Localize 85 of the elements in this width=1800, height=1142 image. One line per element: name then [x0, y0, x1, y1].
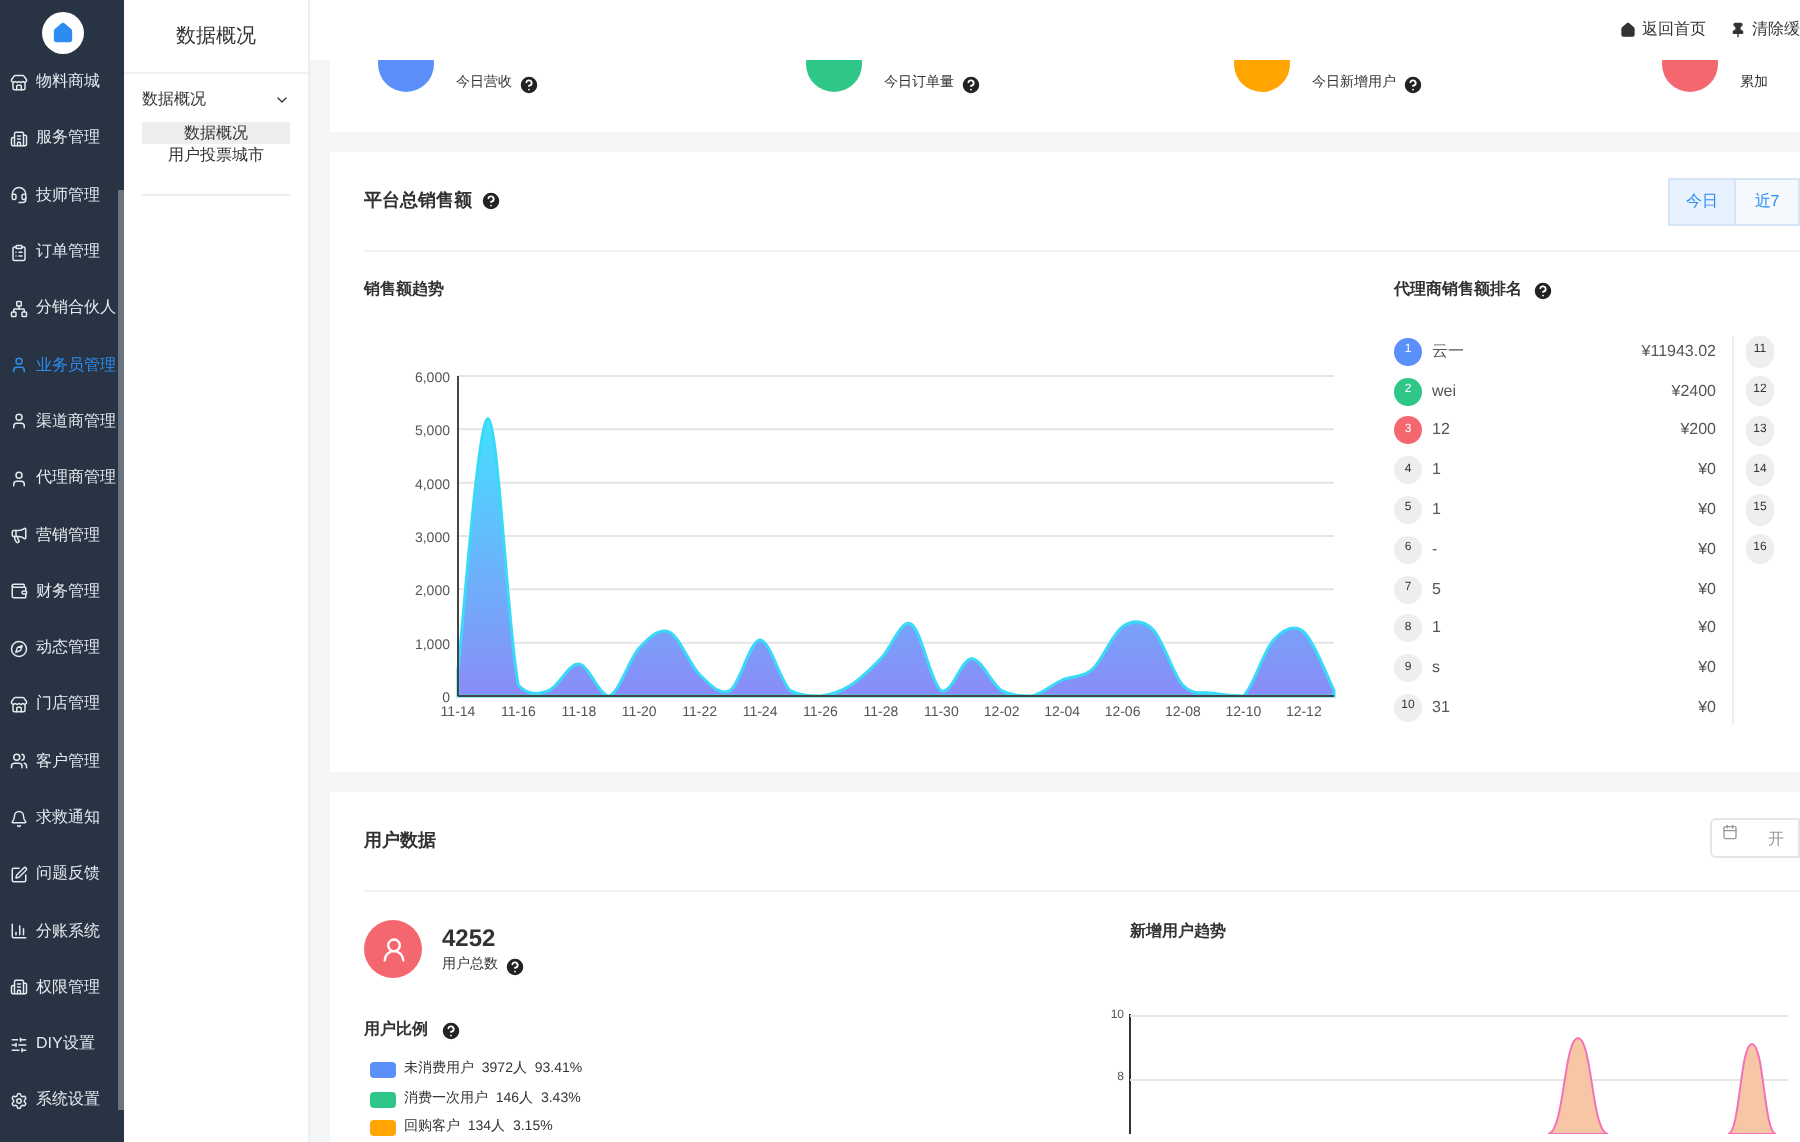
home-icon	[1620, 22, 1636, 38]
sliders-icon	[10, 1035, 28, 1054]
nav-item[interactable]: 分账系统	[0, 906, 124, 956]
nav-item[interactable]: 动态管理	[0, 623, 124, 673]
sales-amount: ¥0	[1698, 616, 1716, 641]
wallet-icon	[10, 582, 28, 601]
user-avatar-icon	[364, 920, 422, 978]
help-icon	[518, 74, 540, 96]
sales-amount: ¥0	[1698, 537, 1716, 562]
sales-amount: ¥0	[1698, 577, 1716, 602]
user-icon	[10, 356, 28, 375]
agent-name: 1	[1432, 458, 1441, 483]
sales-amount: ¥0	[1698, 695, 1716, 720]
nav-item[interactable]: 财务管理	[0, 567, 124, 616]
help-icon	[1402, 74, 1424, 96]
users-icon	[10, 752, 28, 771]
help-icon	[440, 1019, 462, 1041]
nav-item[interactable]: 权限管理	[0, 963, 124, 1013]
nav-item[interactable]: 求救通知	[0, 793, 124, 843]
date-field[interactable]: 开	[1710, 818, 1800, 858]
card-title: 用户数据	[364, 827, 436, 854]
help-icon	[480, 190, 502, 212]
chart-icon	[10, 922, 28, 941]
user-total: 4252	[442, 922, 498, 956]
megaphone-icon	[10, 526, 28, 545]
chevron-icon	[274, 92, 290, 108]
chart-title: 新增用户趋势	[1128, 920, 1228, 944]
agent-name: 31	[1432, 695, 1450, 720]
sales-amount: ¥0	[1698, 458, 1716, 483]
calendar-icon	[1722, 823, 1738, 839]
nav-item[interactable]: 技师管理	[0, 171, 124, 220]
menu-group[interactable]: 数据概况	[142, 86, 290, 114]
pen-icon	[10, 865, 28, 884]
sales-amount: ¥0	[1698, 656, 1716, 681]
nav-item[interactable]: 问题反馈	[0, 850, 124, 899]
sales-amount: ¥11943.02	[1641, 339, 1716, 364]
compass-icon	[10, 639, 28, 658]
headset-icon	[10, 186, 28, 205]
agent-name: 12	[1432, 418, 1450, 443]
agent-name: wei	[1432, 379, 1457, 404]
chart-title: 销售额趋势	[364, 278, 446, 302]
store-icon	[10, 73, 28, 92]
nav-item[interactable]: 代理商管理	[0, 454, 124, 503]
section-title: 用户比例	[364, 1018, 428, 1042]
help-icon	[960, 74, 982, 96]
nav-item[interactable]: 营销管理	[0, 510, 124, 560]
logo-icon	[41, 12, 83, 54]
user-icon	[10, 412, 28, 431]
ranking-title: 代理商销售额排名	[1394, 278, 1522, 302]
header-link[interactable]: 返回首页	[1620, 18, 1706, 42]
agent-name: 1	[1432, 497, 1441, 522]
nav-item[interactable]: 物料商城	[0, 58, 124, 107]
pin-icon	[1730, 22, 1746, 38]
nav-item[interactable]: 订单管理	[0, 227, 124, 277]
user-icon	[10, 469, 28, 488]
agent-name: s	[1432, 656, 1440, 681]
agent-name: 云一	[1432, 339, 1464, 364]
submenu-item[interactable]: 数据概况	[142, 122, 290, 144]
nav-item[interactable]: 客户管理	[0, 737, 124, 786]
settings-icon	[10, 1091, 28, 1110]
building-icon	[10, 129, 28, 148]
nav-item[interactable]: 渠道商管理	[0, 397, 124, 447]
section-title: 数据概况	[124, 0, 308, 74]
sales-amount: ¥2400	[1671, 379, 1716, 404]
header-link[interactable]: 清除缓	[1730, 18, 1800, 42]
bell-icon	[10, 809, 28, 827]
agent-name: -	[1432, 537, 1438, 562]
store-icon	[10, 695, 28, 714]
nav-item[interactable]: 门店管理	[0, 680, 124, 730]
agent-name: 5	[1432, 577, 1441, 602]
sales-amount: ¥200	[1680, 418, 1716, 443]
network-icon	[10, 299, 28, 318]
nav-item[interactable]: 分销合伙人	[0, 284, 124, 333]
nav-item[interactable]: 服务管理	[0, 114, 124, 164]
nav-item[interactable]: DIY设置	[0, 1020, 124, 1069]
nav-item[interactable]: 系统设置	[0, 1076, 124, 1126]
card-title: 平台总销售额	[364, 187, 472, 214]
nav-item[interactable]: 业务员管理	[0, 340, 124, 390]
help-icon	[504, 956, 526, 978]
sales-amount: ¥0	[1698, 497, 1716, 522]
submenu-item[interactable]: 用户投票城市	[142, 144, 290, 166]
help-icon	[1532, 279, 1554, 301]
clipboard-icon	[10, 243, 28, 262]
agent-name: 1	[1432, 616, 1441, 641]
building-icon	[10, 978, 28, 997]
